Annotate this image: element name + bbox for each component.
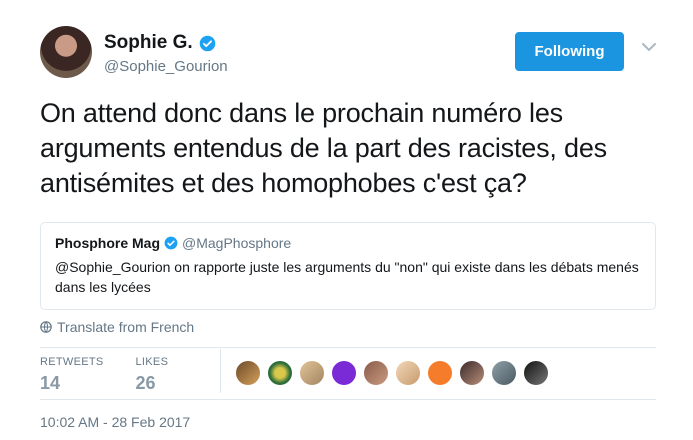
- stats-separator: [220, 349, 221, 393]
- quoted-author-name: Phosphore Mag: [55, 235, 161, 251]
- liker-avatars: [235, 360, 555, 386]
- translate-label[interactable]: Translate from French: [57, 319, 194, 335]
- divider: [40, 399, 656, 400]
- liker-avatar[interactable]: [427, 360, 453, 386]
- quoted-author-handle: @MagPhosphore: [182, 235, 292, 251]
- avatar[interactable]: [40, 26, 92, 78]
- retweets-count: 14: [40, 373, 61, 393]
- tweet-stats: RETWEETS 14 LIKES 26: [40, 356, 200, 396]
- verified-icon: [164, 236, 178, 250]
- liker-avatar[interactable]: [491, 360, 517, 386]
- likes-stat[interactable]: LIKES 26: [136, 356, 169, 396]
- tweet-header: Sophie G. @Sophie_Gourion Following: [40, 26, 660, 80]
- author-name[interactable]: Sophie G.: [104, 32, 216, 54]
- retweets-label: RETWEETS: [40, 356, 104, 368]
- liker-avatar[interactable]: [523, 360, 549, 386]
- liker-avatar[interactable]: [363, 360, 389, 386]
- liker-avatar[interactable]: [235, 360, 261, 386]
- tweet-timestamp[interactable]: 10:02 AM - 28 Feb 2017: [40, 414, 190, 430]
- quoted-tweet-header: Phosphore Mag @MagPhosphore: [55, 235, 641, 251]
- likes-label: LIKES: [135, 356, 169, 368]
- globe-icon: [40, 321, 52, 333]
- chevron-down-icon[interactable]: [640, 40, 658, 54]
- liker-avatar[interactable]: [331, 360, 357, 386]
- translate-link[interactable]: Translate from French: [40, 319, 194, 335]
- likes-count: 26: [135, 373, 156, 393]
- liker-avatar[interactable]: [395, 360, 421, 386]
- tweet-text: On attend donc dans le prochain numéro l…: [40, 98, 607, 198]
- quoted-tweet-text: @Sophie_Gourion on rapporte juste les ar…: [55, 259, 639, 295]
- divider: [40, 347, 656, 348]
- verified-icon: [199, 35, 215, 51]
- quoted-tweet[interactable]: Phosphore Mag @MagPhosphore @Sophie_Gour…: [40, 222, 656, 310]
- liker-avatar[interactable]: [299, 360, 325, 386]
- author-display-name[interactable]: Sophie G.: [104, 32, 193, 54]
- author-screen-name[interactable]: @Sophie_Gourion: [104, 58, 228, 75]
- liker-avatar[interactable]: [459, 360, 485, 386]
- liker-avatar[interactable]: [267, 360, 293, 386]
- retweets-stat[interactable]: RETWEETS 14: [40, 356, 104, 396]
- following-button[interactable]: Following: [515, 32, 624, 71]
- author-names: Sophie G. @Sophie_Gourion: [104, 32, 228, 75]
